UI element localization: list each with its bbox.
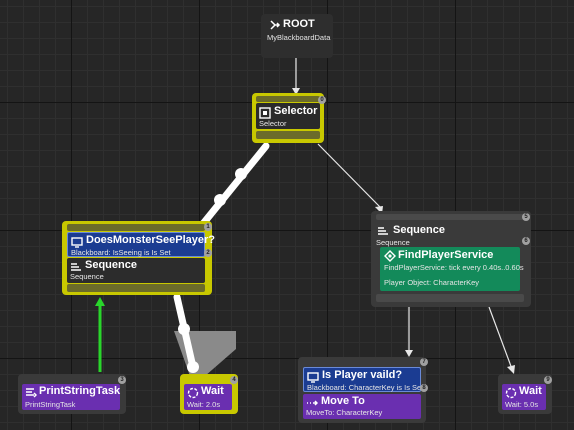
print-task-subtitle: PrintStringTask [25, 400, 76, 409]
right-sequence-title: Sequence [393, 224, 445, 236]
blackboard-decorator-icon [71, 237, 83, 248]
wire-selector-left-sequence-active [198, 142, 270, 229]
blackboard-decorator-icon [307, 372, 319, 383]
move-to-subtitle: MoveTo: CharacterKey [306, 408, 383, 417]
wire-selector-right-sequence [317, 143, 381, 208]
service-line2: Player Object: CharacterKey [384, 278, 480, 287]
move-to-task[interactable]: Move To MoveTo: CharacterKey [303, 394, 421, 419]
print-task-title: PrintStringTask [39, 385, 121, 397]
wait-right-index-badge: 9 [544, 376, 552, 384]
wait-icon [187, 387, 199, 399]
decorator-subtitle: Blackboard: IsSeeing is Is Set [71, 248, 171, 257]
is-player-valid-decorator[interactable]: Is Player vaild? Blackboard: CharacterKe… [303, 367, 424, 392]
left-sequence-node[interactable]: DoesMonsterSeePlayer? Blackboard: IsSeei… [62, 221, 215, 295]
wait-right-node[interactable]: Wait Wait: 5.0s 9 [498, 374, 552, 414]
root-subtitle: MyBlackboardData [267, 33, 331, 42]
right-sequence-node[interactable]: Sequence Sequence FindPlayerService Find… [371, 211, 531, 307]
is-player-valid-index-badge: 8 [420, 384, 428, 392]
wait-left-subtitle: Wait: 2.0s [187, 400, 221, 409]
left-sequence-index-badge: 1 [204, 223, 212, 231]
wire-right-sequence-wait [488, 306, 513, 370]
task-icon [26, 388, 37, 398]
wait-icon [505, 387, 517, 399]
decorator-index-badge: 2 [204, 249, 212, 257]
selector-subtitle: Selector [259, 119, 287, 128]
service-title: FindPlayerService [398, 249, 494, 261]
decorator-title: DoesMonsterSeePlayer? [86, 234, 215, 246]
is-player-valid-subtitle: Blackboard: CharacterKey is Is Set [307, 383, 424, 392]
move-to-title: Move To [321, 395, 365, 407]
sequence-icon [378, 227, 388, 235]
selector-node[interactable]: Selector Selector 0 [252, 93, 326, 143]
root-title: ROOT [283, 18, 315, 30]
service-index-badge: 6 [522, 237, 530, 245]
left-sequence-title: Sequence [85, 259, 137, 271]
is-player-valid-title: Is Player vaild? [322, 369, 403, 381]
right-sequence-subtitle: Sequence [376, 238, 410, 247]
move-to-index-badge: 7 [420, 358, 428, 366]
find-player-service[interactable]: FindPlayerService FindPlayerService: tic… [380, 247, 524, 291]
service-line1: FindPlayerService: tick every 0.40s..0.6… [384, 263, 524, 272]
left-sequence-subtitle: Sequence [70, 272, 104, 281]
does-monster-see-player-decorator[interactable]: DoesMonsterSeePlayer? Blackboard: IsSeei… [67, 232, 215, 257]
wait-right-subtitle: Wait: 5.0s [505, 400, 539, 409]
wait-right-title: Wait [519, 385, 542, 397]
root-node[interactable]: ROOT MyBlackboardData [261, 14, 333, 58]
move-to-node[interactable]: Is Player vaild? Blackboard: CharacterKe… [298, 357, 428, 423]
left-sequence-body: Sequence Sequence [67, 258, 205, 283]
print-task-index-badge: 3 [118, 376, 126, 384]
service-icon [384, 250, 396, 262]
selector-title: Selector [274, 105, 318, 117]
selector-index-badge: 0 [318, 96, 326, 104]
wait-left-index-badge: 4 [230, 376, 238, 384]
wait-left-title: Wait [201, 385, 224, 397]
print-string-task-node[interactable]: PrintStringTask PrintStringTask 3 [18, 374, 126, 414]
selector-icon [259, 107, 271, 119]
wait-left-node[interactable]: Wait Wait: 2.0s 4 [180, 374, 238, 414]
root-icon [270, 20, 281, 30]
right-sequence-index-badge: 5 [522, 213, 530, 221]
